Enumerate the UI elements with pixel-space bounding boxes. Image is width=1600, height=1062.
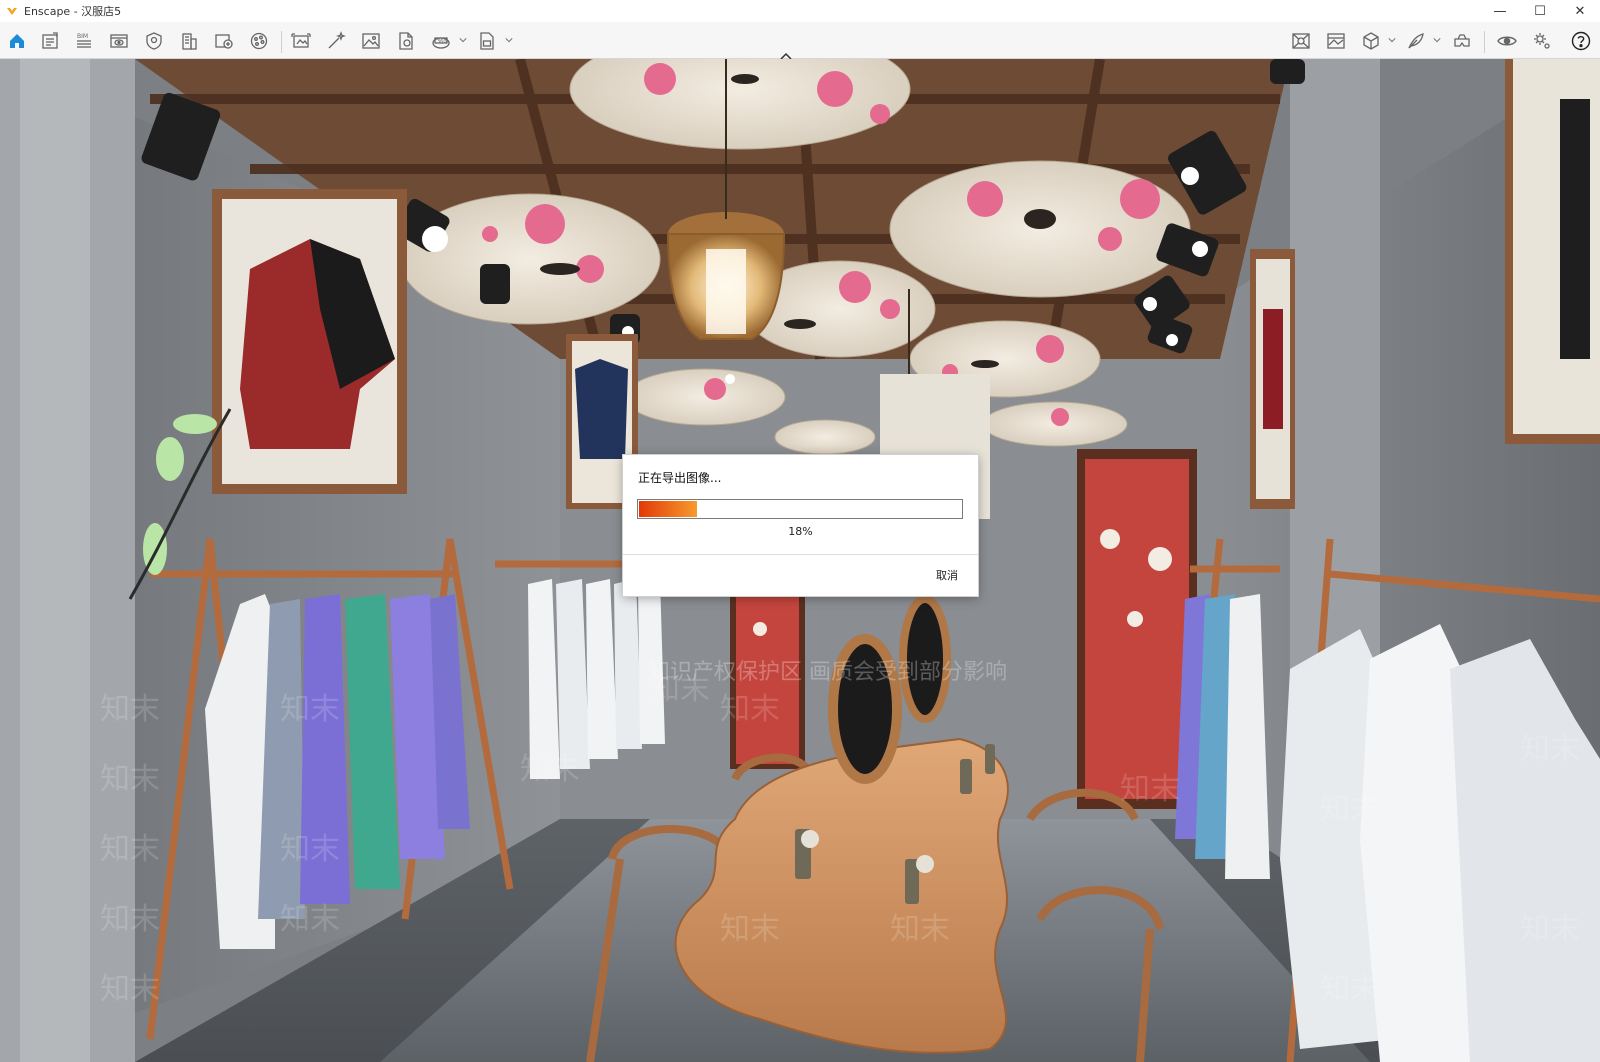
watermark-brand: 知末: [100, 762, 160, 797]
enscape-logo-icon: [6, 5, 18, 17]
settings-image-icon[interactable]: [1323, 28, 1349, 54]
watermark-brand: 知末: [1520, 912, 1580, 947]
watermark-brand: 知末: [520, 752, 580, 787]
progress-bar-fill: [639, 501, 697, 517]
screenshot-icon[interactable]: [288, 28, 314, 54]
watermark-brand: 知末: [280, 692, 340, 727]
image-icon[interactable]: [358, 28, 384, 54]
toolbar-separator: [1484, 31, 1485, 53]
watermark-brand: 知末: [280, 832, 340, 867]
dialog-divider: [623, 554, 978, 555]
watermark-brand: 知末: [100, 972, 160, 1007]
watermark-brand: 知末: [1520, 732, 1580, 767]
material-icon[interactable]: [1288, 28, 1314, 54]
chevron-down-icon[interactable]: [1387, 34, 1397, 46]
chevron-down-icon[interactable]: [458, 34, 468, 46]
watermark-brand: 知末: [890, 912, 950, 947]
svg-text:BIM: BIM: [77, 33, 88, 40]
watermark-brand: 知末: [280, 902, 340, 937]
export-progress-dialog: 正在导出图像... 18% 取消: [623, 455, 978, 596]
feather-icon[interactable]: [1403, 28, 1429, 54]
bim-icon[interactable]: BIM: [71, 28, 97, 54]
dialog-title: 正在导出图像...: [638, 471, 722, 485]
view-icon[interactable]: [106, 28, 132, 54]
vr-headset-icon[interactable]: [1449, 28, 1475, 54]
file-export-icon[interactable]: [393, 28, 419, 54]
watermark-brand: 知末: [100, 902, 160, 937]
chevron-down-icon[interactable]: [1432, 34, 1442, 46]
progress-percent-label: 18%: [788, 525, 813, 538]
close-button[interactable]: ✕: [1560, 0, 1600, 22]
collapse-toolbar-icon[interactable]: [778, 46, 794, 60]
render-viewport[interactable]: 知识产权保护区 画质会受到部分影响 知末 知末 知末 知末 知末 知末 知末 知…: [0, 59, 1600, 1062]
progress-bar: [637, 499, 963, 519]
palette-icon[interactable]: [246, 28, 272, 54]
watermark-brand: 知末: [100, 692, 160, 727]
minimize-button[interactable]: —: [1480, 0, 1520, 22]
panorama-icon[interactable]: [474, 28, 500, 54]
watermark-brand: 知末: [1320, 972, 1380, 1007]
eye-icon[interactable]: [1494, 28, 1520, 54]
watermark-brand: 知末: [1120, 772, 1180, 807]
chevron-down-icon[interactable]: [504, 34, 514, 46]
cube-icon[interactable]: [1358, 28, 1384, 54]
watermark-brand: 知末: [720, 912, 780, 947]
document-icon[interactable]: [37, 28, 63, 54]
magic-wand-icon[interactable]: [323, 28, 349, 54]
watermark-brand: 知末: [1320, 792, 1380, 827]
svg-text:360: 360: [437, 39, 447, 45]
batch-render-icon[interactable]: 360: [428, 28, 454, 54]
watermark-brand: 知末: [650, 672, 710, 707]
building-icon[interactable]: [176, 28, 202, 54]
shield-icon[interactable]: [141, 28, 167, 54]
window-title: Enscape - 汉服店5: [24, 5, 122, 18]
watermark-brand: 知末: [720, 692, 780, 727]
image-add-icon[interactable]: [211, 28, 237, 54]
toolbar: BIM 360: [0, 22, 1600, 60]
home-icon[interactable]: [4, 28, 30, 54]
toolbar-separator: [281, 31, 282, 53]
gears-icon[interactable]: [1529, 28, 1555, 54]
cancel-button[interactable]: 取消: [936, 567, 958, 583]
help-icon[interactable]: [1568, 28, 1594, 54]
watermark-brand: 知末: [100, 832, 160, 867]
title-bar: Enscape - 汉服店5 — ☐ ✕: [0, 0, 1600, 22]
maximize-button[interactable]: ☐: [1520, 0, 1560, 22]
